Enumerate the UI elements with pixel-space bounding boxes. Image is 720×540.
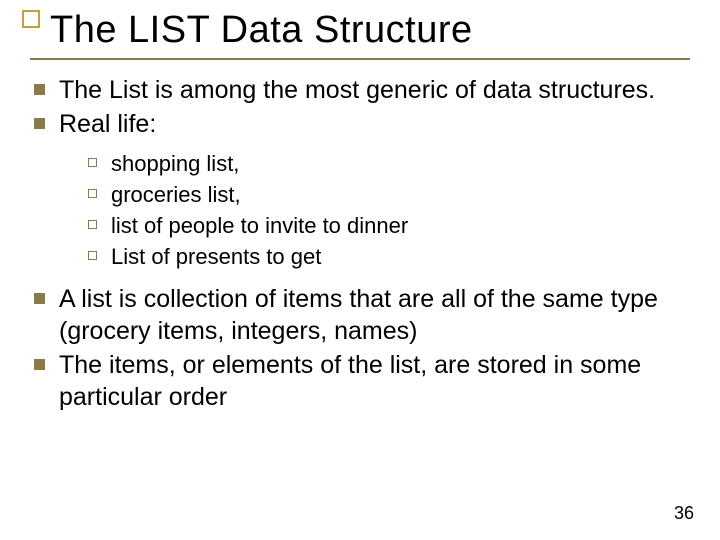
bullet-group-top: The List is among the most generic of da… <box>34 74 690 140</box>
bullet-text: Real life: <box>59 108 690 140</box>
list-item: list of people to invite to dinner <box>88 212 690 240</box>
slide-body: The List is among the most generic of da… <box>30 74 690 414</box>
list-item: groceries list, <box>88 181 690 209</box>
list-item: The List is among the most generic of da… <box>34 74 690 106</box>
title-accent-box <box>22 10 40 28</box>
open-square-bullet-icon <box>88 220 97 229</box>
open-square-bullet-icon <box>88 158 97 167</box>
open-square-bullet-icon <box>88 251 97 260</box>
square-bullet-icon <box>34 84 45 95</box>
open-square-bullet-icon <box>88 189 97 198</box>
title-rule <box>30 58 690 60</box>
page-number: 36 <box>674 503 694 524</box>
list-item: The items, or elements of the list, are … <box>34 349 690 413</box>
bullet-group-bottom: A list is collection of items that are a… <box>34 283 690 413</box>
sub-bullet-group: shopping list, groceries list, list of p… <box>88 150 690 272</box>
bullet-text: shopping list, <box>111 150 690 178</box>
bullet-text: groceries list, <box>111 181 690 209</box>
list-item: List of presents to get <box>88 243 690 271</box>
list-item: A list is collection of items that are a… <box>34 283 690 347</box>
slide-title: The LIST Data Structure <box>50 10 690 52</box>
square-bullet-icon <box>34 359 45 370</box>
bullet-text: List of presents to get <box>111 243 690 271</box>
bullet-text: A list is collection of items that are a… <box>59 283 690 347</box>
bullet-text: The items, or elements of the list, are … <box>59 349 690 413</box>
bullet-text: The List is among the most generic of da… <box>59 74 690 106</box>
list-item: Real life: <box>34 108 690 140</box>
square-bullet-icon <box>34 118 45 129</box>
list-item: shopping list, <box>88 150 690 178</box>
slide: The LIST Data Structure The List is amon… <box>0 0 720 540</box>
bullet-text: list of people to invite to dinner <box>111 212 690 240</box>
square-bullet-icon <box>34 293 45 304</box>
